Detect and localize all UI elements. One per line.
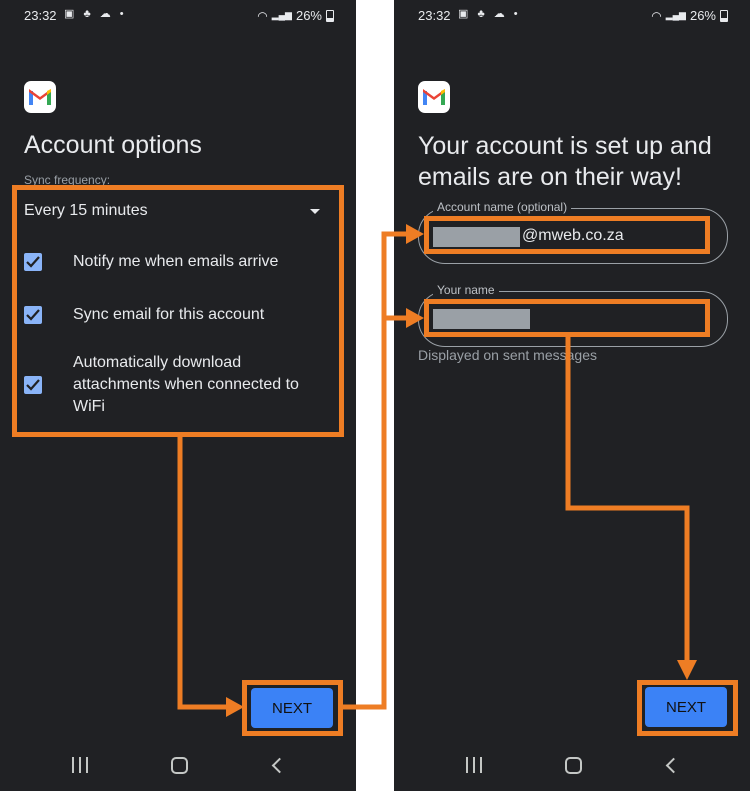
arrow-options-to-next <box>177 437 226 710</box>
arrow-next-to-account-name <box>343 231 406 710</box>
arrowhead-account-name <box>406 224 424 244</box>
annotation-arrows <box>177 224 697 717</box>
arrowhead-right-next <box>677 660 697 680</box>
arrowhead-left-next <box>226 697 244 717</box>
arrowhead-your-name <box>406 308 424 328</box>
arrow-name-to-next <box>565 337 690 660</box>
